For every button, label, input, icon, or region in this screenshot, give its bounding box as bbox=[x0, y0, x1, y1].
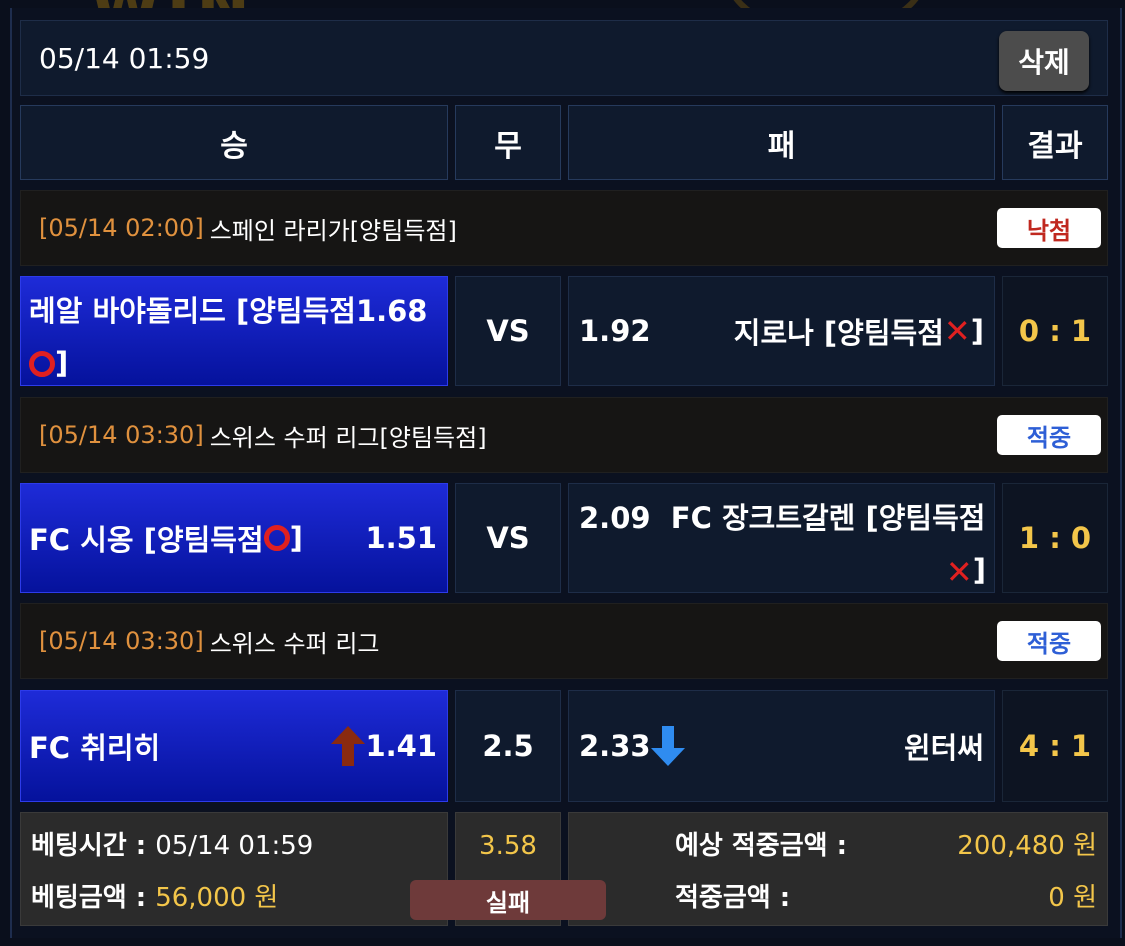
column-result: 결과 bbox=[1002, 105, 1108, 180]
status-badge: 실패 bbox=[410, 880, 606, 920]
bet-time-value: 05/14 01:59 bbox=[155, 831, 314, 861]
miss-x-icon: ✕ bbox=[945, 553, 973, 591]
column-lose: 패 bbox=[568, 105, 995, 180]
result-badge: 적중 bbox=[997, 415, 1101, 455]
bet-amount-value: 56,000 원 bbox=[155, 883, 279, 913]
won-value: 0 원 bbox=[1048, 883, 1097, 913]
draw-cell: VS bbox=[455, 276, 561, 386]
home-team-name: FC 취리히 bbox=[29, 731, 161, 765]
home-odds: 1.41 bbox=[365, 729, 437, 763]
bet-info-left: 베팅시간 : 05/14 01:59 베팅금액 : 56,000 원 bbox=[20, 812, 448, 926]
away-team-cell[interactable]: 1.92 지로나 [양팀득점 ✕] bbox=[568, 276, 995, 386]
match-score: 4 : 1 bbox=[1002, 690, 1108, 802]
expected-label: 예상 적중금액 : bbox=[675, 831, 848, 861]
total-odds: 3.58 bbox=[479, 831, 537, 861]
match-league-row: [05/14 03:30] 스위스 수퍼 리그[양팀득점] 적중 bbox=[20, 397, 1108, 473]
away-odds: 2.33 bbox=[579, 729, 651, 763]
match-league-row: [05/14 03:30] 스위스 수퍼 리그 적중 bbox=[20, 603, 1108, 679]
bet-amount-label: 베팅금액 : bbox=[31, 883, 156, 913]
match-league-row: [05/14 02:00] 스페인 라리가[양팀득점] 낙첨 bbox=[20, 190, 1108, 266]
match-time: [05/14 03:30] bbox=[39, 627, 204, 655]
bet-info-right: 예상 적중금액 : 200,480 원 적중금액 : 0 원 bbox=[568, 812, 1108, 926]
result-badge: 낙첨 bbox=[997, 208, 1101, 248]
bet-time-label: 베팅시간 : bbox=[31, 831, 156, 861]
bet-datetime: 05/14 01:59 bbox=[39, 41, 210, 75]
home-team-cell[interactable]: FC 취리히 1.41 bbox=[20, 690, 448, 802]
result-badge: 적중 bbox=[997, 621, 1101, 661]
hit-circle-icon bbox=[29, 351, 55, 377]
delete-button[interactable]: 삭제 bbox=[999, 31, 1089, 91]
away-suffix: ] bbox=[972, 553, 986, 587]
home-team-name: 레알 바야돌리드 [양팀득점 bbox=[29, 294, 356, 328]
away-team-name: FC 장크트갈렌 [양팀득점 bbox=[670, 501, 986, 535]
home-suffix: ] bbox=[289, 521, 303, 555]
away-team-name: 윈터써 bbox=[903, 731, 984, 765]
hit-circle-icon bbox=[263, 525, 290, 551]
draw-odds-cell[interactable]: 2.5 bbox=[455, 690, 561, 802]
column-win: 승 bbox=[20, 105, 448, 180]
match-time: [05/14 03:30] bbox=[39, 421, 204, 449]
home-team-cell[interactable]: FC 시옹 [양팀득점] 1.51 bbox=[20, 483, 448, 593]
league-name: 스위스 수퍼 리그 bbox=[209, 629, 380, 658]
miss-x-icon: ✕ bbox=[943, 312, 971, 350]
away-odds: 1.92 bbox=[579, 314, 651, 348]
home-suffix: ] bbox=[55, 346, 69, 380]
away-team-name: 지로나 [양팀득점 bbox=[733, 316, 944, 350]
home-odds: 1.68 bbox=[355, 294, 428, 328]
league-name: 스페인 라리가[양팀득점] bbox=[209, 216, 457, 245]
away-odds: 2.09 bbox=[579, 501, 651, 535]
away-team-cell[interactable]: 2.09 FC 장크트갈렌 [양팀득점 ✕] bbox=[568, 483, 995, 593]
won-label: 적중금액 : bbox=[675, 883, 791, 913]
home-team-cell[interactable]: 레알 바야돌리드 [양팀득점1.68 ] bbox=[20, 276, 448, 386]
draw-cell: VS bbox=[455, 483, 561, 593]
expected-value: 200,480 원 bbox=[957, 831, 1097, 861]
away-team-cell[interactable]: 2.33 윈터써 bbox=[568, 690, 995, 802]
match-time: [05/14 02:00] bbox=[39, 214, 204, 242]
match-score: 0 : 1 bbox=[1002, 276, 1108, 386]
arrow-up-icon bbox=[331, 726, 366, 766]
league-name: 스위스 수퍼 리그[양팀득점] bbox=[209, 423, 487, 452]
home-odds: 1.51 bbox=[365, 521, 437, 555]
bet-header: 05/14 01:59 삭제 bbox=[20, 20, 1108, 96]
arrow-down-icon bbox=[650, 726, 685, 766]
column-draw: 무 bbox=[455, 105, 561, 180]
home-team-name: FC 시옹 [양팀득점 bbox=[29, 523, 264, 557]
away-suffix: ] bbox=[970, 314, 984, 348]
match-score: 1 : 0 bbox=[1002, 483, 1108, 593]
